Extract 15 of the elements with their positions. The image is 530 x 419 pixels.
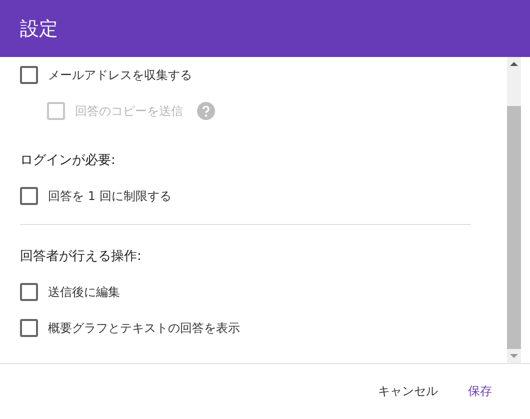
checkbox[interactable] [20, 283, 38, 301]
section-heading: ログインが必要: [20, 152, 116, 170]
checkbox-label: 回答のコピーを送信 [75, 102, 183, 120]
section-heading: 回答者が行える操作: [20, 248, 142, 266]
dialog-title: 設定 [20, 16, 58, 42]
cancel-button[interactable]: キャンセル [368, 377, 448, 406]
checkbox-label: 送信後に編集 [48, 284, 120, 300]
checkbox-label: 概要グラフとテキストの回答を表示 [48, 320, 240, 336]
save-button[interactable]: 保存 [458, 377, 502, 406]
checkbox-label: メールアドレスを収集する [48, 66, 192, 84]
checkbox-label: 回答を 1 回に制限する [48, 188, 172, 204]
checkbox[interactable] [20, 187, 38, 205]
checkbox[interactable] [20, 66, 38, 84]
scrollbar[interactable] [507, 57, 521, 363]
checkbox[interactable] [20, 319, 38, 337]
